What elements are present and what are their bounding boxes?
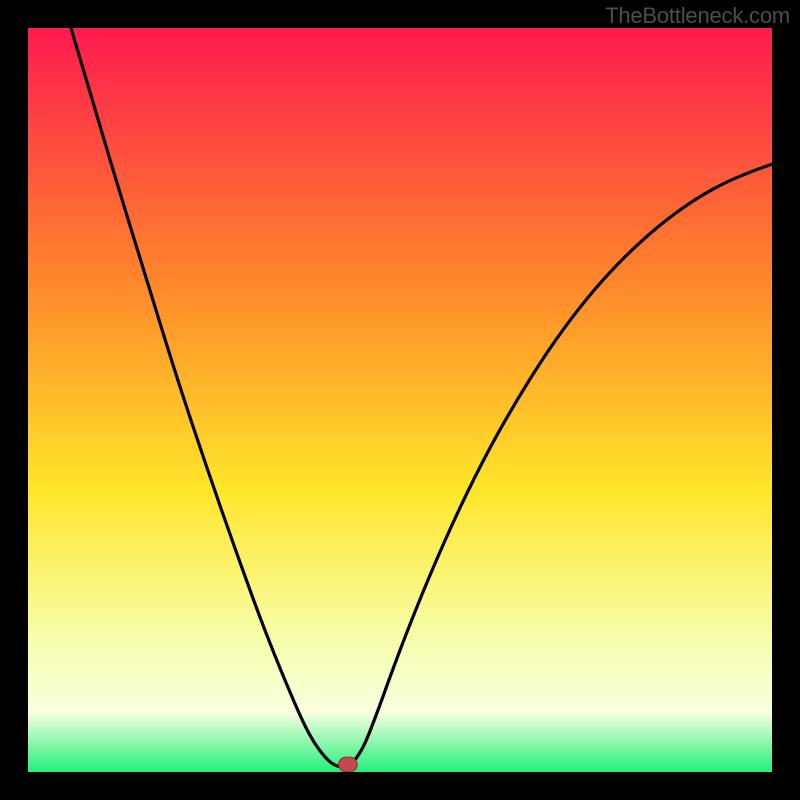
plot-area [28, 28, 772, 772]
chart-svg [28, 28, 772, 772]
gradient-background [28, 28, 772, 772]
watermark-text: TheBottleneck.com [605, 3, 790, 29]
chart-frame: TheBottleneck.com [0, 0, 800, 800]
optimal-marker [339, 757, 358, 772]
